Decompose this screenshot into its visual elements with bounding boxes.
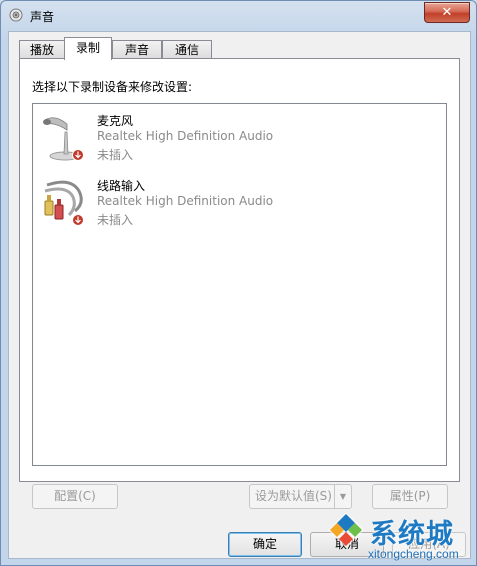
tab-sounds[interactable]: 声音 <box>112 40 162 59</box>
device-item-line-in[interactable]: 线路输入 Realtek High Definition Audio 未插入 <box>35 175 435 233</box>
tab-recording[interactable]: 录制 <box>64 37 112 60</box>
device-description: Realtek High Definition Audio <box>97 129 274 143</box>
device-status: 未插入 <box>97 213 134 227</box>
sound-dialog-window: 声音 ✕ 播放 录制 声音 通信 选择以下录制设备来修改设置: 麦克风 Real… <box>0 0 477 566</box>
device-description: Realtek High Definition Audio <box>97 194 274 208</box>
recording-tab-panel: 选择以下录制设备来修改设置: 麦克风 Realtek High Definiti… <box>19 58 460 482</box>
device-item-microphone[interactable]: 麦克风 Realtek High Definition Audio 未插入 <box>35 110 435 168</box>
tab-label: 声音 <box>124 43 149 57</box>
close-icon: ✕ <box>441 5 453 20</box>
ok-button[interactable]: 确定 <box>228 532 302 557</box>
chevron-down-icon[interactable]: ▼ <box>334 485 351 508</box>
instruction-text: 选择以下录制设备来修改设置: <box>32 80 193 94</box>
watermark-brand: 系统城 <box>370 519 454 550</box>
site-watermark: 系统城 xitongcheng.com <box>322 510 472 564</box>
diamond-logo-icon <box>328 512 364 548</box>
window-title: 声音 <box>30 10 55 24</box>
title-bar[interactable]: 声音 ✕ <box>1 1 476 31</box>
tab-playback[interactable]: 播放 <box>19 40 65 59</box>
set-default-button[interactable]: 设为默认值(S) ▼ <box>249 484 352 509</box>
close-button[interactable]: ✕ <box>424 2 470 23</box>
tab-label: 播放 <box>29 43 54 57</box>
configure-button[interactable]: 配置(C) <box>32 484 118 509</box>
properties-button[interactable]: 属性(P) <box>372 484 448 509</box>
microphone-icon <box>43 117 84 161</box>
speaker-app-icon <box>9 8 23 22</box>
set-default-label: 设为默认值(S) <box>255 489 332 503</box>
dialog-body: 播放 录制 声音 通信 选择以下录制设备来修改设置: 麦克风 Realtek H… <box>8 31 471 559</box>
device-name: 线路输入 <box>97 179 146 193</box>
device-name: 麦克风 <box>97 114 134 128</box>
watermark-url: xitongcheng.com <box>368 547 459 561</box>
recording-device-list[interactable]: 麦克风 Realtek High Definition Audio 未插入 线路… <box>32 103 447 466</box>
tab-label: 录制 <box>75 41 100 55</box>
tab-label: 通信 <box>174 43 199 57</box>
tab-communications[interactable]: 通信 <box>162 40 212 59</box>
line-in-jack-icon <box>44 180 84 226</box>
device-status: 未插入 <box>97 148 134 162</box>
